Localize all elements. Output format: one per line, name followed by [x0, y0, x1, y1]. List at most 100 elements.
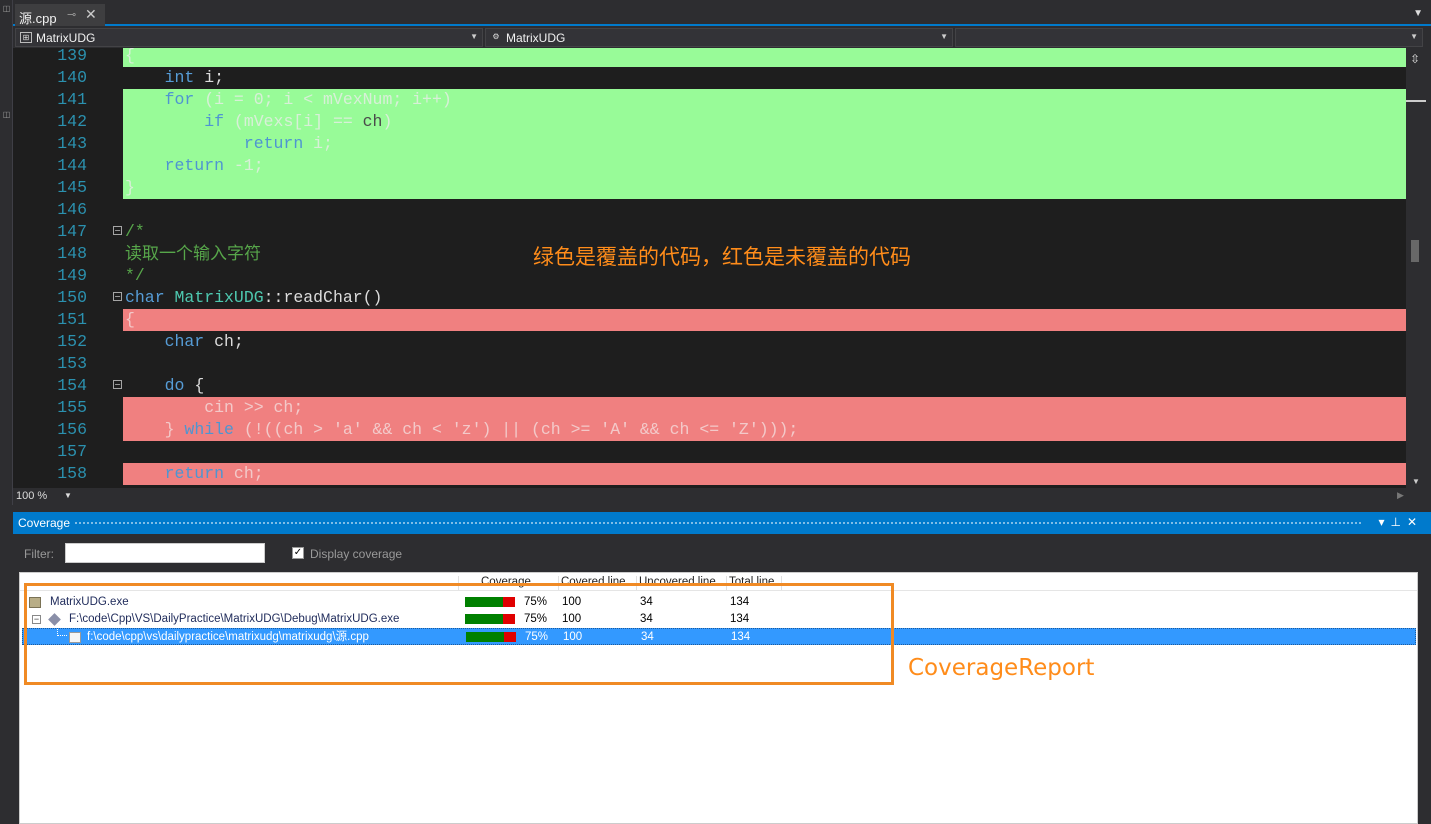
coverage-panel-header[interactable]: Coverage ▾⊥✕ [13, 512, 1431, 534]
line-number: 149 [57, 266, 87, 285]
tab-label: 源.cpp [19, 11, 57, 26]
solution-explorer-tab[interactable]: ◫ [1, 4, 12, 13]
covered-highlight [123, 48, 1406, 67]
scroll-down-icon[interactable]: ▼ [1412, 477, 1420, 486]
chevron-down-icon[interactable]: ▼ [470, 32, 478, 41]
line-code: 读取一个输入字符 [125, 244, 261, 264]
uncovered-highlight [123, 397, 1406, 419]
line-code: } [125, 178, 135, 197]
uncovered-highlight [123, 309, 1406, 331]
line-code: do { [125, 376, 205, 395]
editor-horizontal-scrollbar[interactable] [83, 491, 1393, 502]
line-number: 151 [57, 310, 87, 329]
covered-highlight [123, 177, 1406, 199]
line-number: 139 [57, 48, 87, 65]
class-combo[interactable]: ⚙ MatrixUDG ▼ [485, 28, 953, 47]
code-line: 139 { [13, 48, 1406, 67]
line-number: 156 [57, 420, 87, 439]
class-icon: ⚙ [492, 32, 500, 41]
filter-input[interactable] [65, 543, 265, 563]
tab-dropdown-icon[interactable]: ▼ [1413, 8, 1423, 19]
line-code: /* [125, 222, 145, 241]
line-number: 144 [57, 156, 87, 175]
editor-vertical-scrollbar[interactable]: ⇳ ▼ [1406, 48, 1431, 488]
annotation-highlight-box [24, 583, 894, 685]
line-number: 141 [57, 90, 87, 109]
pin-icon[interactable]: ⊥ [1390, 515, 1406, 529]
panel-menu-icon[interactable]: ▾ [1378, 515, 1390, 529]
line-number: 157 [57, 442, 87, 461]
display-coverage-label: Display coverage [310, 547, 403, 561]
code-line: 151 { [13, 309, 1406, 331]
left-tool-strip[interactable]: ◫ ◫ [0, 0, 13, 505]
line-number: 146 [57, 200, 87, 219]
zoom-bar: 100 % ▼ ▶ [13, 488, 1431, 505]
line-code: { [125, 310, 135, 329]
line-number: 155 [57, 398, 87, 417]
uncovered-highlight [123, 463, 1406, 485]
filter-label: Filter: [24, 547, 54, 561]
chevron-down-icon[interactable]: ▼ [1410, 32, 1418, 41]
splitter-bar [1406, 100, 1426, 102]
line-code: cin >> ch; [125, 398, 304, 417]
coverage-report-annotation: CoverageReport [908, 655, 1095, 681]
code-line: 153 [13, 353, 1406, 375]
code-line: 140 int i; [13, 67, 1406, 89]
line-number: 145 [57, 178, 87, 197]
chevron-down-icon[interactable]: ▼ [64, 491, 72, 500]
code-line: 157 [13, 441, 1406, 463]
code-line: 147 − /* [13, 221, 1406, 243]
line-code: { [125, 48, 135, 65]
line-code: char ch; [125, 332, 244, 351]
line-number: 142 [57, 112, 87, 131]
line-code: return i; [125, 134, 333, 153]
pin-icon[interactable]: ⊸ [67, 8, 76, 21]
line-number: 152 [57, 332, 87, 351]
line-number: 158 [57, 464, 87, 483]
line-code: char MatrixUDG::readChar() [125, 288, 383, 307]
line-number: 143 [57, 134, 87, 153]
code-line: 150 − char MatrixUDG::readChar() [13, 287, 1406, 309]
scroll-right-icon[interactable]: ▶ [1397, 490, 1404, 501]
code-line: 158 return ch; [13, 463, 1406, 485]
line-code: for (i = 0; i < mVexNum; i++) [125, 90, 452, 109]
split-handle-icon[interactable]: ⇳ [1410, 52, 1420, 66]
display-coverage-checkbox[interactable]: ✓ [292, 547, 304, 559]
fold-toggle[interactable]: − [113, 292, 122, 301]
chevron-down-icon[interactable]: ▼ [940, 32, 948, 41]
code-line: 155 cin >> ch; [13, 397, 1406, 419]
line-number: 150 [57, 288, 87, 307]
line-number: 153 [57, 354, 87, 373]
grip-dots [75, 522, 1361, 524]
code-line: 144 return -1; [13, 155, 1406, 177]
code-line: 146 [13, 199, 1406, 221]
line-code: } while (!((ch > 'a' && ch < 'z') || (ch… [125, 420, 799, 439]
code-line: 142 if (mVexs[i] == ch) [13, 111, 1406, 133]
code-line: 141 for (i = 0; i < mVexNum; i++) [13, 89, 1406, 111]
scrollbar-thumb[interactable] [1411, 240, 1419, 262]
fold-toggle[interactable]: − [113, 226, 122, 235]
project-combo[interactable]: ⊞ MatrixUDG ▼ [15, 28, 483, 47]
class-combo-label: MatrixUDG [506, 31, 566, 45]
line-code: return ch; [125, 464, 264, 483]
project-combo-label: MatrixUDG [36, 31, 96, 45]
line-code: return -1; [125, 156, 264, 175]
close-icon[interactable]: ✕ [1407, 515, 1423, 529]
code-line: 154 − do { [13, 375, 1406, 397]
coverage-panel-title: Coverage [18, 516, 71, 530]
member-combo[interactable]: ▼ [955, 28, 1423, 47]
code-line: 152 char ch; [13, 331, 1406, 353]
fold-toggle[interactable]: − [113, 380, 122, 389]
covered-highlight [123, 155, 1406, 177]
code-line: 156 } while (!((ch > 'a' && ch < 'z') ||… [13, 419, 1406, 441]
coverage-toolbar: Filter: ✓ Display coverage [13, 534, 1431, 572]
line-code: int i; [125, 68, 225, 87]
document-tab-bar: 源.cpp ⊸ ✕ ▼ [13, 0, 1431, 26]
tab-source-cpp[interactable]: 源.cpp ⊸ ✕ [15, 4, 105, 26]
toolbox-tab[interactable]: ◫ [1, 110, 12, 119]
close-icon[interactable]: ✕ [85, 6, 97, 23]
line-number: 154 [57, 376, 87, 395]
line-code: */ [125, 266, 145, 285]
code-line: 145 } [13, 177, 1406, 199]
zoom-level[interactable]: 100 % [16, 490, 47, 502]
